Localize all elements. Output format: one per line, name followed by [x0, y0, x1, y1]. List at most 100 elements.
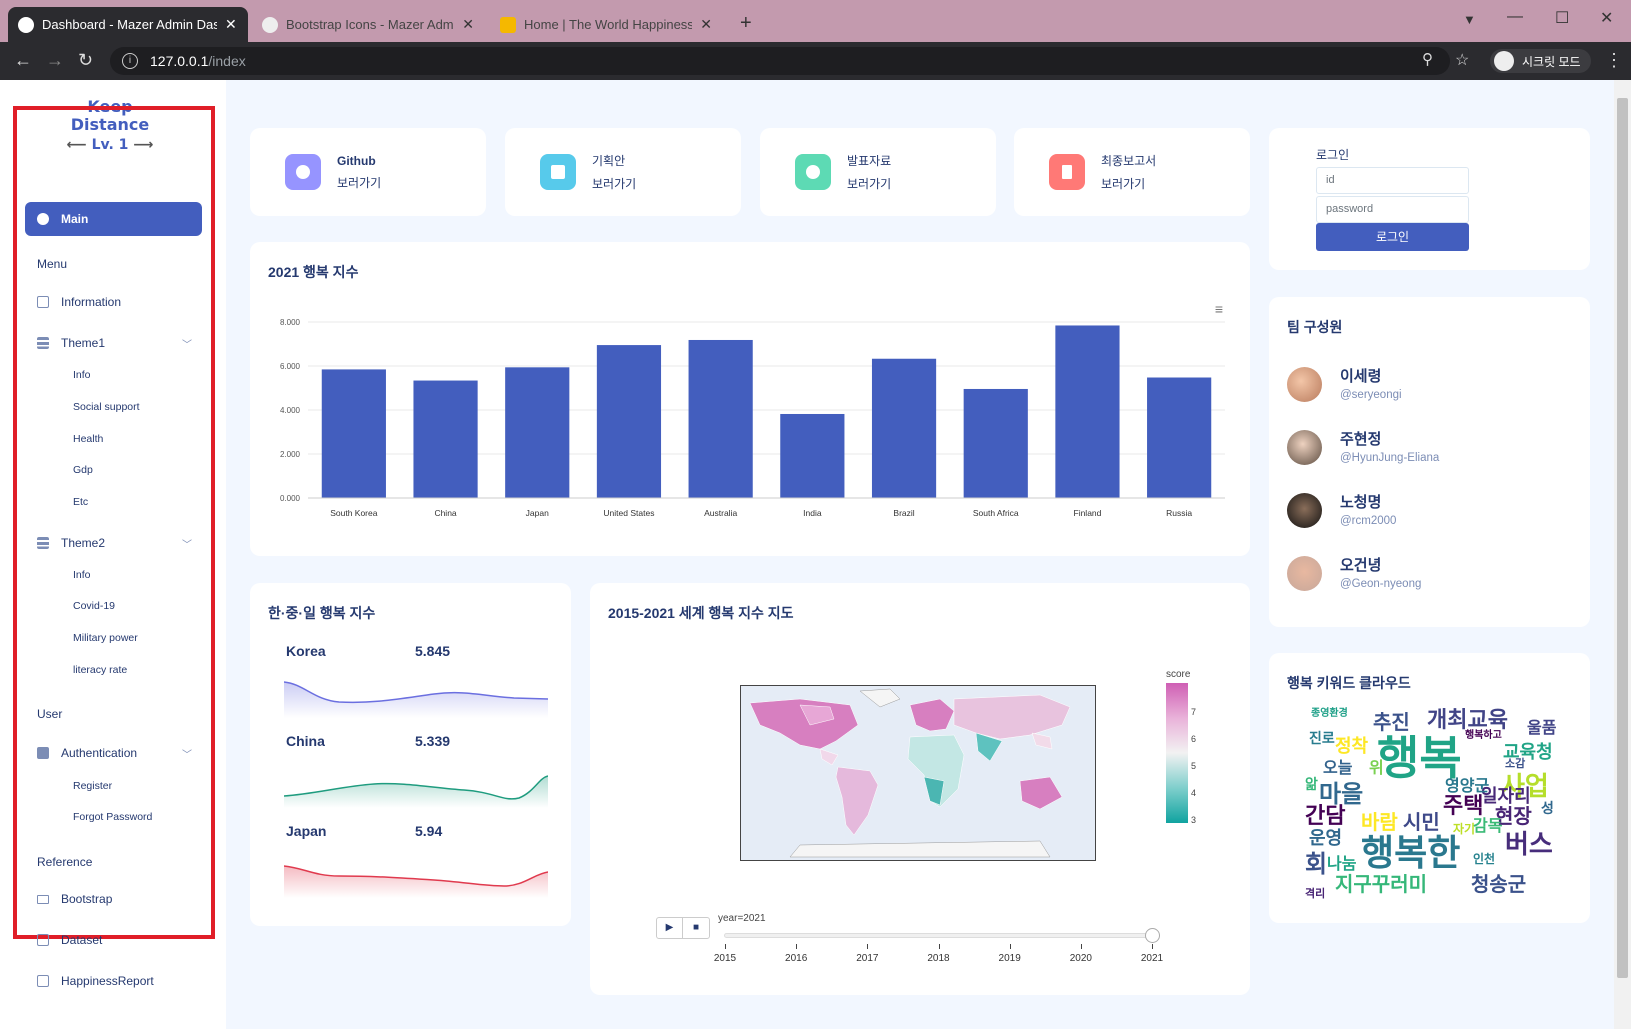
chj-card: 한·중·일 행복 지수 Korea 5.845 China 5.339 Japa… [250, 583, 571, 926]
bar [321, 369, 386, 498]
stat-card-presentation[interactable]: 발표자료 보러가기 [760, 128, 996, 216]
world-choropleth-map[interactable] [740, 685, 1096, 861]
keyword: 위 [1369, 760, 1384, 777]
reload-icon[interactable]: ↻ [78, 50, 93, 71]
year-tick-label[interactable]: 2018 [919, 953, 959, 964]
stat-card-link[interactable]: 보러가기 [847, 175, 891, 192]
submenu-theme1-health[interactable]: Health [73, 433, 103, 445]
close-icon[interactable]: ✕ [700, 16, 712, 33]
stat-card-link[interactable]: 보러가기 [592, 175, 636, 192]
sidebar-item-label: Main [61, 212, 89, 226]
year-tick-label[interactable]: 2019 [990, 953, 1030, 964]
sparkline-japan [284, 865, 548, 898]
submenu-theme2-info[interactable]: Info [73, 569, 91, 581]
submenu-theme1-etc[interactable]: Etc [73, 496, 88, 508]
submenu-theme2-literacy-rate[interactable]: literacy rate [73, 664, 127, 676]
year-tick-label[interactable]: 2020 [1061, 953, 1101, 964]
member-name: 노청명 [1340, 494, 1382, 511]
browser-tab-world-happiness[interactable]: Home | The World Happiness Re ✕ [490, 7, 722, 42]
sidebar-item-information[interactable]: Information [37, 292, 192, 312]
submenu-theme1-info[interactable]: Info [73, 369, 91, 381]
zoom-icon[interactable]: ⚲ [1422, 50, 1433, 68]
sidebar-item-label: Authentication [61, 746, 138, 760]
chevron-down-icon: ﹀ [182, 749, 192, 761]
keyword: 행복 [1377, 732, 1462, 784]
back-arrow-icon[interactable]: ← [14, 50, 32, 71]
country-name-korea: Korea [286, 643, 326, 659]
page-scrollbar[interactable] [1614, 80, 1631, 1029]
keyword: 행복하고 [1465, 730, 1502, 741]
year-slider-track[interactable] [724, 933, 1152, 938]
scrollbar-thumb[interactable] [1617, 98, 1628, 978]
year-slider-handle[interactable] [1145, 928, 1160, 943]
year-tick [867, 944, 869, 949]
sidebar-item-main[interactable]: Main [25, 202, 202, 236]
submenu-theme1-social-support[interactable]: Social support [73, 401, 140, 413]
submenu-theme2-covid[interactable]: Covid-19 [73, 600, 115, 612]
login-button[interactable]: 로그인 [1316, 223, 1469, 251]
stat-card-github[interactable]: Github 보러가기 [250, 128, 486, 216]
sidebar-item-happiness-report[interactable]: HappinessReport [37, 971, 192, 991]
bar [963, 388, 1028, 498]
person-icon [795, 154, 831, 190]
sidebar-item-dataset[interactable]: Dataset [37, 930, 192, 950]
country-name-china: China [286, 733, 325, 749]
new-tab-icon[interactable]: + [740, 12, 752, 35]
world-map-title: 2015-2021 세계 행복 지수 지도 [608, 605, 794, 621]
submenu-theme1-gdp[interactable]: Gdp [73, 464, 93, 476]
sidebar-item-authentication[interactable]: Authentication ﹀ [37, 743, 192, 763]
chart-menu-icon[interactable]: ≡ [1215, 301, 1223, 317]
info-icon[interactable]: i [122, 53, 138, 69]
close-icon[interactable]: ✕ [462, 16, 474, 33]
stat-card-link[interactable]: 보러가기 [337, 174, 381, 191]
team-member[interactable]: 오건녕 @Geon-nyeong [1287, 556, 1537, 606]
browser-tab-bootstrap-icons[interactable]: Bootstrap Icons - Mazer Admin ✕ [252, 7, 484, 42]
close-icon[interactable]: ✕ [225, 16, 237, 33]
sidebar-item-theme2[interactable]: Theme2 ﹀ [37, 533, 192, 553]
sidebar-item-bootstrap[interactable]: Bootstrap [37, 889, 192, 909]
team-member[interactable]: 노청명 @rcm2000 [1287, 493, 1537, 543]
person-badge-icon [37, 747, 49, 759]
browser-tab-dashboard[interactable]: Dashboard - Mazer Admin Dash ✕ [8, 7, 248, 42]
submenu-forgot-password[interactable]: Forgot Password [73, 811, 152, 823]
year-tick-label[interactable]: 2017 [847, 953, 887, 964]
bar-chart: 0.000 2.000 4.000 6.000 8.000 South Korea Chin… [280, 301, 1225, 518]
password-input[interactable]: password [1316, 196, 1469, 223]
year-tick-label[interactable]: 2015 [705, 953, 745, 964]
year-tick-label[interactable]: 2016 [776, 953, 816, 964]
avatar [1287, 493, 1322, 528]
stop-icon[interactable]: ■ [683, 918, 709, 938]
play-icon[interactable]: ▶ [657, 918, 684, 938]
sidebar-item-theme1[interactable]: Theme1 ﹀ [37, 333, 192, 353]
stat-card-plan[interactable]: 기획안 보러가기 [505, 128, 741, 216]
animation-controls: ▶ ■ [656, 917, 710, 939]
url-input[interactable]: i 127.0.0.1/index [110, 47, 1450, 75]
x-tick-label: South Korea [330, 508, 378, 518]
keyword: 행복한 [1361, 832, 1461, 873]
star-icon[interactable]: ☆ [1455, 50, 1469, 70]
stat-card-link[interactable]: 보러가기 [1101, 175, 1156, 192]
wordcloud-title: 행복 키워드 클라우드 [1287, 675, 1411, 691]
world-map-card: 2015-2021 세계 행복 지수 지도 score 7 6 5 4 3 ▶ … [590, 583, 1250, 995]
window-close-icon[interactable]: ✕ [1600, 8, 1613, 28]
team-member[interactable]: 이세령 @seryeongi [1287, 367, 1537, 417]
incognito-badge[interactable]: 시크릿 모드 [1490, 49, 1591, 73]
sidebar-item-label: Bootstrap [61, 892, 113, 906]
submenu-register[interactable]: Register [73, 780, 112, 792]
maximize-icon[interactable]: ☐ [1555, 8, 1569, 28]
minimize-icon[interactable]: — [1507, 8, 1523, 26]
year-tick-label[interactable]: 2021 [1132, 953, 1172, 964]
stat-card-final-report[interactable]: 최종보고서 보러가기 [1014, 128, 1250, 216]
tab-search-icon[interactable]: ▼ [1463, 12, 1476, 27]
reference-section-title: Reference [37, 855, 93, 869]
team-member[interactable]: 주현정 @HyunJung-Eliana [1287, 430, 1537, 480]
more-menu-icon[interactable]: ⋮ [1605, 50, 1623, 71]
sidebar-item-label: Dataset [61, 933, 103, 947]
keyword: 인천 [1473, 852, 1496, 866]
x-tick-label: India [803, 508, 822, 518]
incognito-icon [1494, 51, 1514, 71]
forward-arrow-icon[interactable]: → [46, 50, 64, 71]
id-input[interactable]: id [1316, 167, 1469, 194]
keyword: 성 [1541, 800, 1554, 816]
submenu-theme2-military-power[interactable]: Military power [73, 632, 138, 644]
